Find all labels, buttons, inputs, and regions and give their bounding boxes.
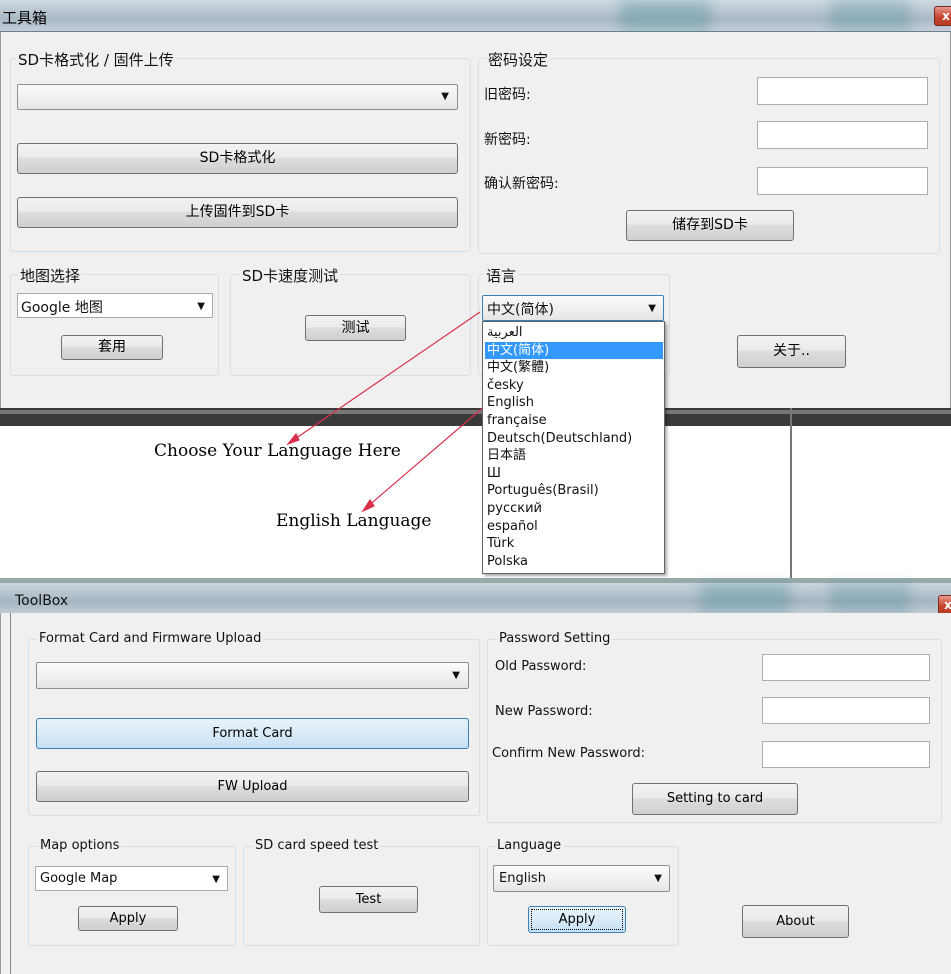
language-select-en[interactable]: English ▼: [493, 865, 670, 892]
new-password-label-en: New Password:: [495, 704, 593, 719]
firmware-select-en[interactable]: ▼: [36, 662, 469, 689]
language-option[interactable]: 日本語: [485, 447, 663, 464]
language-option[interactable]: español: [485, 518, 663, 535]
format-group-legend: Format Card and Firmware Upload: [37, 631, 264, 646]
speed-test-button-en[interactable]: Test: [319, 886, 418, 913]
map-select-value-en: Google Map: [40, 871, 118, 886]
arrow-to-english: [366, 404, 487, 508]
map-apply-button-en[interactable]: Apply: [78, 906, 178, 931]
old-password-label-en: Old Password:: [495, 659, 587, 674]
map-group-legend-en: Map options: [38, 838, 122, 853]
language-option[interactable]: Ш: [485, 465, 663, 482]
language-apply-button[interactable]: Apply: [528, 906, 626, 933]
divider: [10, 613, 11, 974]
bottom-close-button[interactable]: x: [938, 595, 951, 615]
speed-test-group-legend-en: SD card speed test: [253, 838, 381, 853]
chevron-down-icon: ▼: [212, 874, 220, 885]
about-button-en[interactable]: About: [742, 905, 849, 938]
language-option[interactable]: Polska: [485, 553, 663, 570]
old-password-field-en[interactable]: [762, 654, 930, 681]
arrowhead-icon: [286, 432, 300, 446]
language-select-value-en: English: [499, 871, 546, 886]
language-option[interactable]: 中文(繁體): [485, 359, 663, 376]
password-group-legend-en: Password Setting: [497, 631, 613, 646]
map-select-en[interactable]: Google Map ▼: [35, 866, 228, 891]
language-option[interactable]: česky: [485, 377, 663, 394]
bottom-window-title: ToolBox: [15, 593, 69, 609]
chevron-down-icon: ▼: [654, 873, 662, 884]
bottom-title-bar: [0, 583, 951, 613]
chevron-down-icon: ▼: [452, 670, 460, 681]
language-dropdown-list[interactable]: العربية 中文(简体) 中文(繁體) česky English française…: [482, 321, 665, 574]
language-option[interactable]: العربية: [485, 324, 663, 341]
language-option[interactable]: française: [485, 412, 663, 429]
language-option[interactable]: Português(Brasil): [485, 482, 663, 499]
language-option[interactable]: 中文(简体): [485, 341, 663, 359]
setting-to-card-button[interactable]: Setting to card: [632, 783, 798, 815]
language-option[interactable]: English: [485, 394, 663, 411]
fw-upload-button[interactable]: FW Upload: [36, 771, 469, 802]
map-group-en: [28, 846, 236, 946]
new-password-field-en[interactable]: [762, 697, 930, 724]
language-group-legend-en: Language: [495, 838, 564, 853]
arrow-to-choose-language: [291, 311, 481, 442]
language-option[interactable]: русский: [485, 500, 663, 517]
confirm-password-label-en: Confirm New Password:: [492, 746, 645, 761]
language-option[interactable]: Türk: [485, 535, 663, 552]
close-icon: x: [944, 598, 951, 612]
language-option[interactable]: Deutsch(Deutschland): [485, 430, 663, 447]
format-card-button-en[interactable]: Format Card: [36, 718, 469, 749]
confirm-password-field-en[interactable]: [762, 741, 930, 768]
